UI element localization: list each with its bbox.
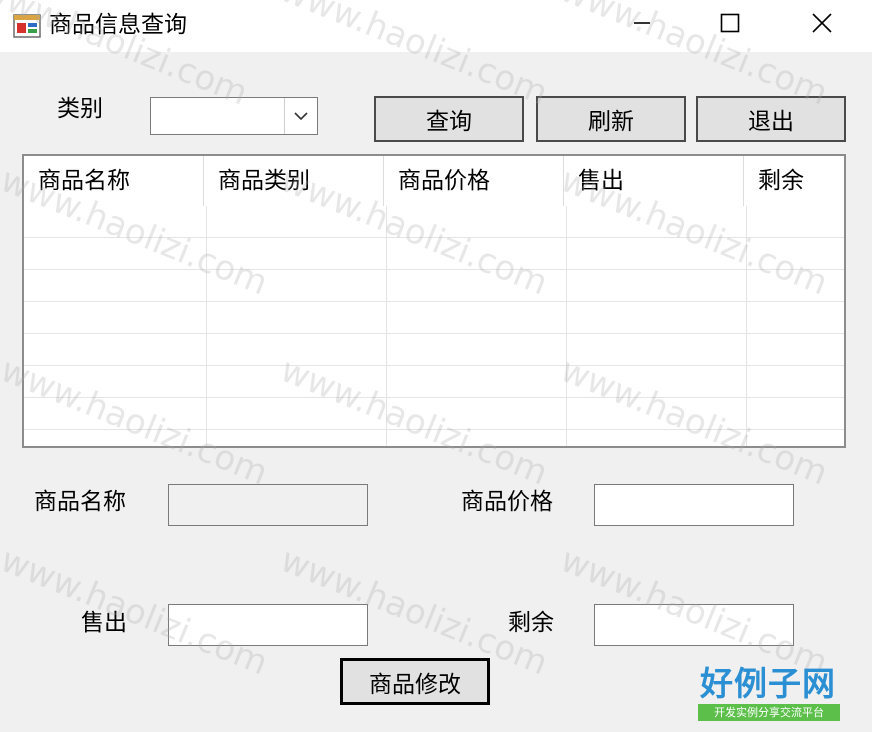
name-label: 商品名称: [34, 489, 126, 515]
maximize-button[interactable]: [684, 0, 776, 50]
column-header-name[interactable]: 商品名称: [24, 156, 204, 206]
chevron-down-icon[interactable]: [284, 98, 317, 134]
close-icon: [811, 12, 833, 38]
grid-column-divider: [206, 206, 207, 446]
sold-label: 售出: [81, 610, 127, 636]
query-button[interactable]: 查询: [374, 96, 524, 142]
brand-name: 好例子网: [700, 664, 836, 703]
main-window: 商品信息查询 类别 查询 刷新 退出 商品名称 商品类别 商品价格 售出 剩余 …: [0, 0, 872, 732]
minimize-icon: [632, 13, 652, 37]
window-title: 商品信息查询: [49, 12, 187, 38]
modify-product-button[interactable]: 商品修改: [340, 658, 490, 705]
exit-button[interactable]: 退出: [696, 96, 846, 142]
table-row[interactable]: [24, 206, 844, 238]
column-header-remain[interactable]: 剩余: [744, 156, 844, 206]
grid-column-divider: [566, 206, 567, 446]
grid-header: 商品名称 商品类别 商品价格 售出 剩余: [24, 156, 844, 206]
brand-tagline: 开发实例分享交流平台: [698, 704, 840, 721]
title-bar: 商品信息查询: [0, 0, 872, 52]
grid-column-divider: [746, 206, 747, 446]
table-row[interactable]: [24, 270, 844, 302]
category-combobox[interactable]: [150, 97, 318, 135]
column-header-price[interactable]: 商品价格: [384, 156, 564, 206]
category-label: 类别: [57, 96, 103, 122]
close-button[interactable]: [776, 0, 868, 50]
grid-column-divider: [386, 206, 387, 446]
table-row[interactable]: [24, 366, 844, 398]
grid-body[interactable]: [24, 206, 844, 446]
column-header-sold[interactable]: 售出: [564, 156, 744, 206]
price-field[interactable]: [594, 484, 794, 526]
remain-field[interactable]: [594, 604, 794, 646]
app-form-icon: [13, 12, 41, 40]
product-grid[interactable]: 商品名称 商品类别 商品价格 售出 剩余: [22, 154, 846, 448]
price-label: 商品价格: [461, 489, 553, 515]
table-row[interactable]: [24, 302, 844, 334]
column-header-category[interactable]: 商品类别: [204, 156, 384, 206]
table-row[interactable]: [24, 398, 844, 430]
brand-logo: 好例子网 开发实例分享交流平台: [694, 664, 842, 724]
table-row[interactable]: [24, 334, 844, 366]
minimize-button[interactable]: [596, 0, 688, 50]
remain-label: 剩余: [508, 610, 554, 636]
maximize-icon: [720, 13, 740, 37]
name-field[interactable]: [168, 484, 368, 526]
table-row[interactable]: [24, 238, 844, 270]
refresh-button[interactable]: 刷新: [536, 96, 686, 142]
sold-field[interactable]: [168, 604, 368, 646]
